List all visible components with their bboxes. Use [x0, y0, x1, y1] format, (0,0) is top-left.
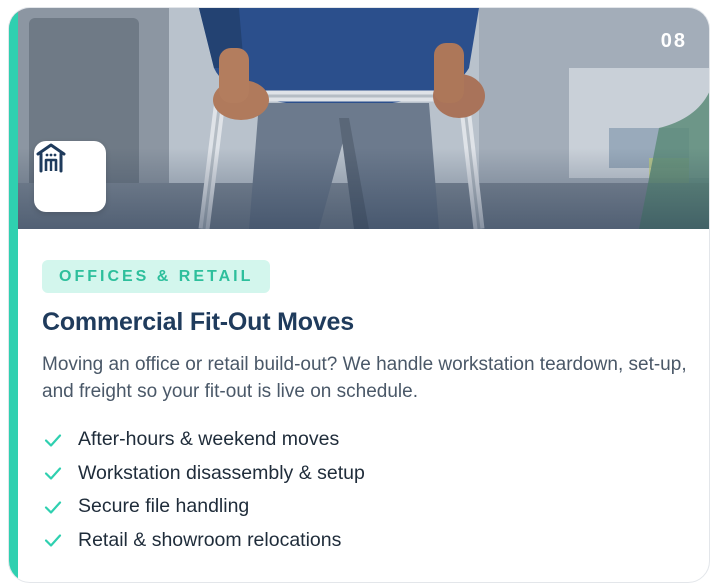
card-description: Moving an office or retail build-out? We…: [42, 354, 687, 402]
feature-label: Secure file handling: [78, 495, 250, 518]
feature-item: Retail & showroom relocations: [42, 524, 689, 558]
feature-item: Workstation disassembly & setup: [42, 457, 689, 491]
building-icon: [36, 143, 66, 173]
service-card[interactable]: 08 OFFICES & RETAIL Commercial Fit-Out M…: [8, 7, 710, 583]
feature-item: After-hours & weekend moves: [42, 423, 689, 457]
card-title: Commercial Fit-Out Moves: [42, 308, 354, 336]
accent-bar: [9, 8, 18, 582]
category-icon-tile: [34, 141, 106, 212]
check-icon: [44, 501, 62, 514]
feature-label: Workstation disassembly & setup: [78, 461, 365, 484]
hero-photo-illustration: [9, 8, 709, 229]
feature-item: Secure file handling: [42, 490, 689, 524]
feature-label: After-hours & weekend moves: [78, 428, 340, 451]
check-icon: [44, 467, 62, 480]
check-icon: [44, 534, 62, 547]
feature-label: Retail & showroom relocations: [78, 528, 342, 551]
hero-image: 08: [9, 8, 709, 229]
check-icon: [44, 434, 62, 447]
category-tag: OFFICES & RETAIL: [42, 260, 271, 293]
card-content: OFFICES & RETAIL Commercial Fit-Out Move…: [42, 260, 689, 557]
feature-list: After-hours & weekend moves Workstation …: [42, 423, 689, 557]
card-number: 08: [660, 30, 687, 52]
